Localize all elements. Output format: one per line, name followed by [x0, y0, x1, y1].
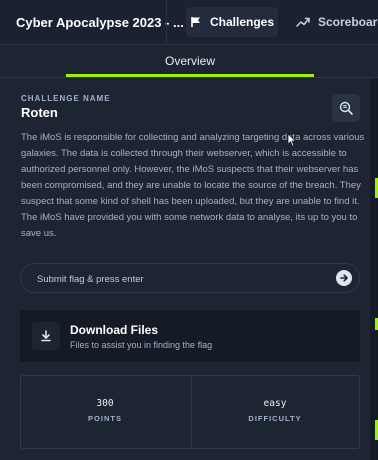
difficulty-label: DIFFICULTY — [248, 414, 302, 423]
flag-icon — [191, 17, 200, 27]
nav-challenges-button[interactable]: Challenges — [186, 7, 278, 37]
tab-divider — [0, 77, 378, 78]
challenge-name: Roten — [21, 105, 58, 120]
flag-input-container — [20, 263, 360, 293]
challenge-name-label: CHALLENGE NAME — [21, 94, 111, 103]
event-title[interactable]: Cyber Apocalypse 2023 - ... — [16, 15, 184, 30]
search-document-icon — [339, 101, 353, 115]
difficulty-value: easy — [263, 398, 287, 409]
challenge-stats: 300 POINTS easy DIFFICULTY — [20, 375, 360, 449]
download-title: Download Files — [70, 323, 159, 337]
topbar-divider — [166, 0, 167, 44]
download-subtitle: Files to assist you in finding the flag — [70, 340, 213, 350]
nav-scoreboard-button[interactable]: Scoreboard — [296, 7, 378, 37]
arrow-right-icon — [340, 274, 348, 282]
tab-overview[interactable]: Overview — [66, 50, 314, 74]
top-bar: Cyber Apocalypse 2023 - ... Challenges S… — [0, 0, 378, 45]
challenge-description: The iMoS is responsible for collecting a… — [21, 132, 365, 239]
points-label: POINTS — [88, 414, 122, 423]
nav-scoreboard-label: Scoreboard — [318, 15, 378, 29]
download-icon — [41, 330, 51, 342]
mouse-cursor-icon — [287, 133, 297, 147]
scrollbar-track[interactable] — [370, 78, 378, 460]
hint-button[interactable] — [332, 94, 360, 122]
trending-up-icon — [296, 17, 310, 27]
stats-divider — [191, 376, 192, 448]
nav-challenges-label: Challenges — [209, 15, 275, 29]
submit-flag-button[interactable] — [336, 270, 352, 286]
download-icon-box — [32, 322, 60, 350]
points-value: 300 — [96, 398, 114, 409]
flag-input[interactable] — [35, 270, 329, 288]
download-files-card[interactable]: Download Files Files to assist you in fi… — [20, 310, 360, 362]
